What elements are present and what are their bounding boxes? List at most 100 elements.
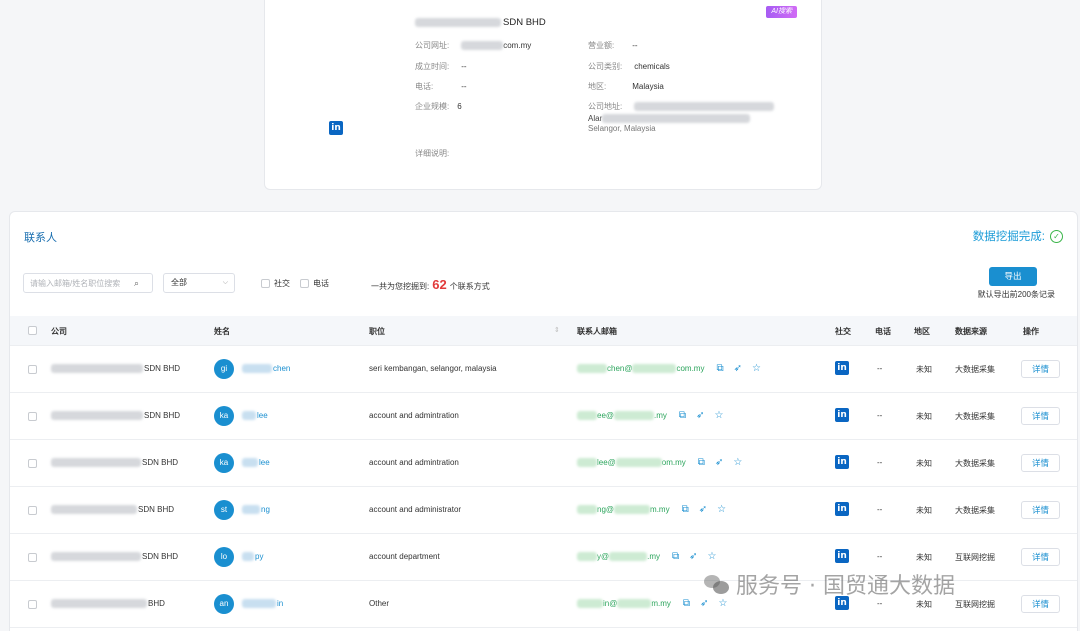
row-email: y@ .my ⧉ ➶ ☆ bbox=[577, 551, 717, 562]
row-region: 未知 bbox=[916, 365, 932, 374]
star-icon[interactable]: ☆ bbox=[733, 457, 742, 468]
redacted-company-name bbox=[415, 18, 501, 27]
row-checkbox[interactable] bbox=[28, 365, 37, 374]
row-name[interactable]: py bbox=[242, 552, 263, 562]
row-phone: -- bbox=[877, 505, 883, 514]
row-name[interactable]: chen bbox=[242, 364, 290, 374]
row-name[interactable]: ng bbox=[242, 505, 270, 515]
send-icon[interactable]: ➶ bbox=[734, 363, 742, 374]
star-icon[interactable]: ☆ bbox=[717, 504, 726, 515]
row-source: 互联网挖掘 bbox=[955, 600, 995, 609]
phone-filter[interactable]: 电话 bbox=[300, 278, 329, 289]
avatar: ka bbox=[214, 406, 234, 426]
row-phone: -- bbox=[877, 552, 883, 561]
email-local[interactable]: ng@ bbox=[597, 505, 614, 514]
send-icon[interactable]: ➶ bbox=[715, 457, 723, 468]
row-position: account and admintration bbox=[369, 458, 459, 467]
detail-button[interactable]: 详情 bbox=[1021, 454, 1060, 472]
row-source: 大数据采集 bbox=[955, 365, 995, 374]
sort-icon[interactable]: ⇕ bbox=[554, 326, 560, 334]
column-name: 姓名 bbox=[214, 327, 230, 336]
column-company: 公司 bbox=[51, 327, 67, 336]
row-checkbox[interactable] bbox=[28, 553, 37, 562]
row-position: Other bbox=[369, 599, 390, 608]
email-local[interactable]: ee@ bbox=[597, 411, 614, 420]
company-name-suffix: SDN BHD bbox=[503, 17, 546, 28]
email-domain[interactable]: .my bbox=[647, 552, 660, 561]
chevron-down-icon: ⌵ bbox=[222, 279, 228, 286]
linkedin-icon[interactable]: in bbox=[329, 121, 343, 135]
send-icon[interactable]: ➶ bbox=[689, 551, 697, 562]
row-checkbox[interactable] bbox=[28, 506, 37, 515]
detail-button[interactable]: 详情 bbox=[1021, 548, 1060, 566]
linkedin-icon[interactable]: in bbox=[835, 549, 849, 563]
email-domain[interactable]: .my bbox=[654, 411, 667, 420]
detail-button[interactable]: 详情 bbox=[1021, 360, 1060, 378]
phone-label: 电话: bbox=[415, 82, 434, 91]
search-icon[interactable]: ⌕ bbox=[134, 278, 139, 289]
row-checkbox[interactable] bbox=[28, 600, 37, 609]
copy-icon[interactable]: ⧉ bbox=[679, 410, 686, 421]
social-filter[interactable]: 社交 bbox=[261, 278, 290, 289]
ai-search-badge[interactable]: AI搜索 bbox=[766, 6, 797, 18]
linkedin-icon[interactable]: in bbox=[835, 361, 849, 375]
linkedin-icon[interactable]: in bbox=[835, 455, 849, 469]
column-phone: 电话 bbox=[875, 327, 891, 336]
linkedin-icon[interactable]: in bbox=[835, 408, 849, 422]
row-name[interactable]: in bbox=[242, 599, 283, 609]
email-local[interactable]: y@ bbox=[597, 552, 609, 561]
star-icon[interactable]: ☆ bbox=[708, 551, 717, 562]
detail-button[interactable]: 详情 bbox=[1021, 407, 1060, 425]
detail-button[interactable]: 详情 bbox=[1021, 595, 1060, 613]
social-checkbox[interactable] bbox=[261, 279, 270, 289]
address-label: 公司地址: bbox=[588, 102, 623, 111]
row-name[interactable]: lee bbox=[242, 411, 268, 421]
copy-icon[interactable]: ⧉ bbox=[682, 504, 689, 515]
row-checkbox[interactable] bbox=[28, 412, 37, 421]
filter-select[interactable]: 全部 ⌵ bbox=[163, 273, 235, 293]
row-position: seri kembangan, selangor, malaysia bbox=[369, 364, 497, 373]
email-domain[interactable]: m.my bbox=[650, 505, 670, 514]
email-local[interactable]: chen@ bbox=[607, 364, 632, 373]
row-position: account and administrator bbox=[369, 505, 462, 514]
search-input[interactable] bbox=[30, 278, 134, 288]
detail-button[interactable]: 详情 bbox=[1021, 501, 1060, 519]
size-field: 企业规模: 6 bbox=[415, 101, 462, 112]
send-icon[interactable]: ➶ bbox=[699, 504, 707, 515]
row-position: account and admintration bbox=[369, 411, 459, 420]
select-all-checkbox[interactable] bbox=[28, 326, 37, 335]
phone-checkbox[interactable] bbox=[300, 279, 309, 289]
star-icon[interactable]: ☆ bbox=[752, 363, 761, 374]
copy-icon[interactable]: ⧉ bbox=[716, 363, 723, 374]
size-label: 企业规模: bbox=[415, 102, 450, 111]
row-name[interactable]: lee bbox=[242, 458, 270, 468]
filter-checkboxes: 社交 电话 bbox=[261, 278, 329, 289]
email-domain[interactable]: com.my bbox=[676, 364, 704, 373]
row-checkbox[interactable] bbox=[28, 459, 37, 468]
column-email: 联系人邮箱 bbox=[577, 327, 617, 336]
row-company: SDN BHD bbox=[51, 364, 180, 374]
redacted-company bbox=[51, 505, 137, 515]
revenue-label: 营业额: bbox=[588, 41, 615, 50]
email-domain[interactable]: m.my bbox=[651, 599, 671, 608]
copy-icon[interactable]: ⧉ bbox=[683, 598, 690, 609]
row-source: 大数据采集 bbox=[955, 459, 995, 468]
copy-icon[interactable]: ⧉ bbox=[672, 551, 679, 562]
email-local[interactable]: in@ bbox=[603, 599, 617, 608]
export-button[interactable]: 导出 bbox=[989, 267, 1037, 286]
search-box[interactable]: ⌕ bbox=[23, 273, 153, 293]
send-icon[interactable]: ➶ bbox=[696, 410, 704, 421]
revenue-field: 营业额: -- bbox=[588, 40, 638, 51]
region-label: 地区: bbox=[588, 82, 607, 91]
copy-icon[interactable]: ⧉ bbox=[698, 457, 705, 468]
watermark-text: 服务号 · 国贸通大数据 bbox=[736, 574, 955, 599]
column-source: 数据来源 bbox=[955, 327, 987, 336]
email-local[interactable]: lee@ bbox=[597, 458, 616, 467]
star-icon[interactable]: ☆ bbox=[714, 410, 723, 421]
website-value[interactable]: com.my bbox=[503, 41, 531, 50]
phone-field: 电话: -- bbox=[415, 81, 467, 92]
email-domain[interactable]: om.my bbox=[662, 458, 686, 467]
linkedin-icon[interactable]: in bbox=[835, 502, 849, 516]
column-position: 职位 bbox=[369, 327, 385, 336]
column-region: 地区 bbox=[914, 327, 930, 336]
